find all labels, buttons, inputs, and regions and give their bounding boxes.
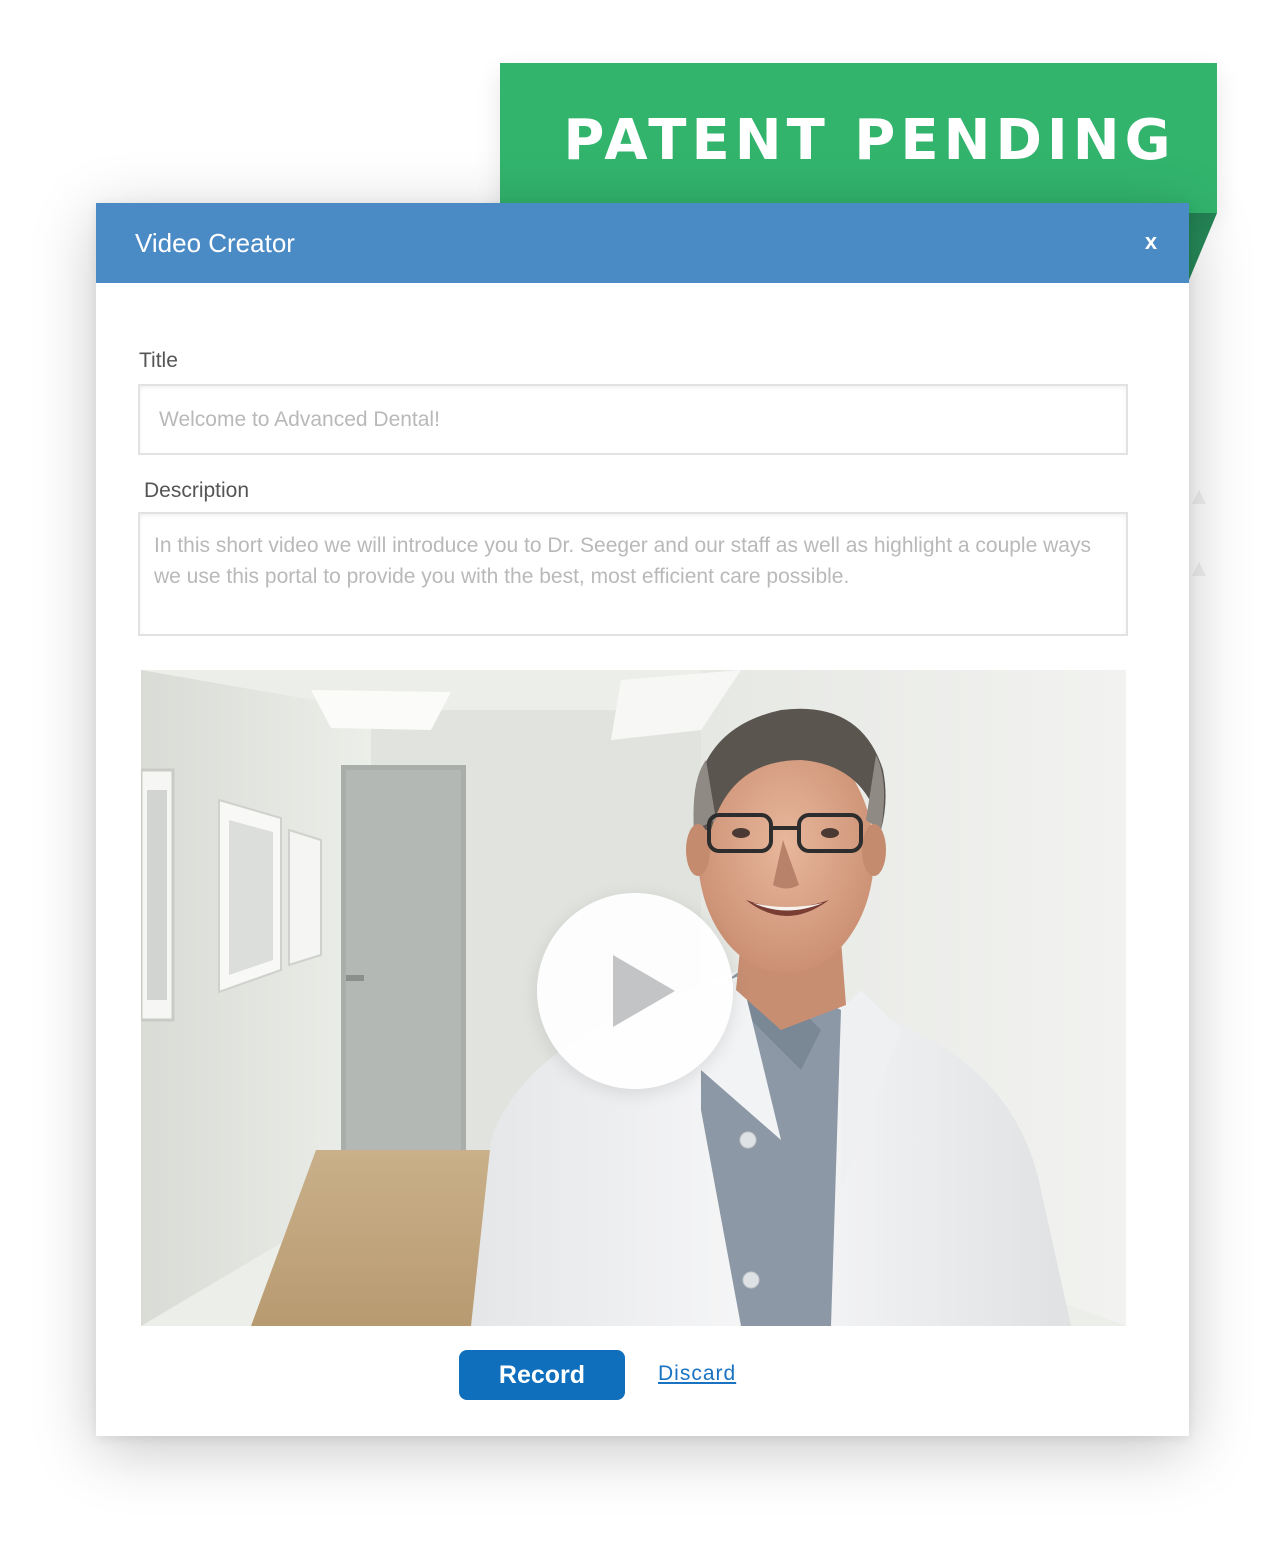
- play-icon: [613, 955, 675, 1027]
- side-decoration: [1192, 562, 1206, 576]
- banner-fold: [1189, 213, 1217, 280]
- video-preview[interactable]: [141, 670, 1126, 1326]
- patent-pending-banner: PATENT PENDING: [500, 63, 1217, 213]
- page: PATENT PENDING Video Creator x Title Des…: [0, 0, 1285, 1541]
- side-decoration: [1192, 490, 1206, 504]
- dialog-title: Video Creator: [135, 228, 295, 258]
- play-button[interactable]: [537, 893, 733, 1089]
- record-button[interactable]: Record: [459, 1350, 625, 1400]
- patent-pending-text: PATENT PENDING: [563, 108, 1176, 173]
- video-creator-dialog: Video Creator x Title Description: [96, 203, 1189, 1436]
- description-input[interactable]: [138, 512, 1128, 636]
- description-label: Description: [144, 479, 250, 502]
- dialog-header: Video Creator x: [96, 203, 1189, 283]
- title-label: Title: [139, 349, 178, 372]
- close-button[interactable]: x: [1135, 221, 1167, 263]
- title-input[interactable]: [138, 384, 1128, 455]
- discard-link[interactable]: Discard: [658, 1362, 736, 1386]
